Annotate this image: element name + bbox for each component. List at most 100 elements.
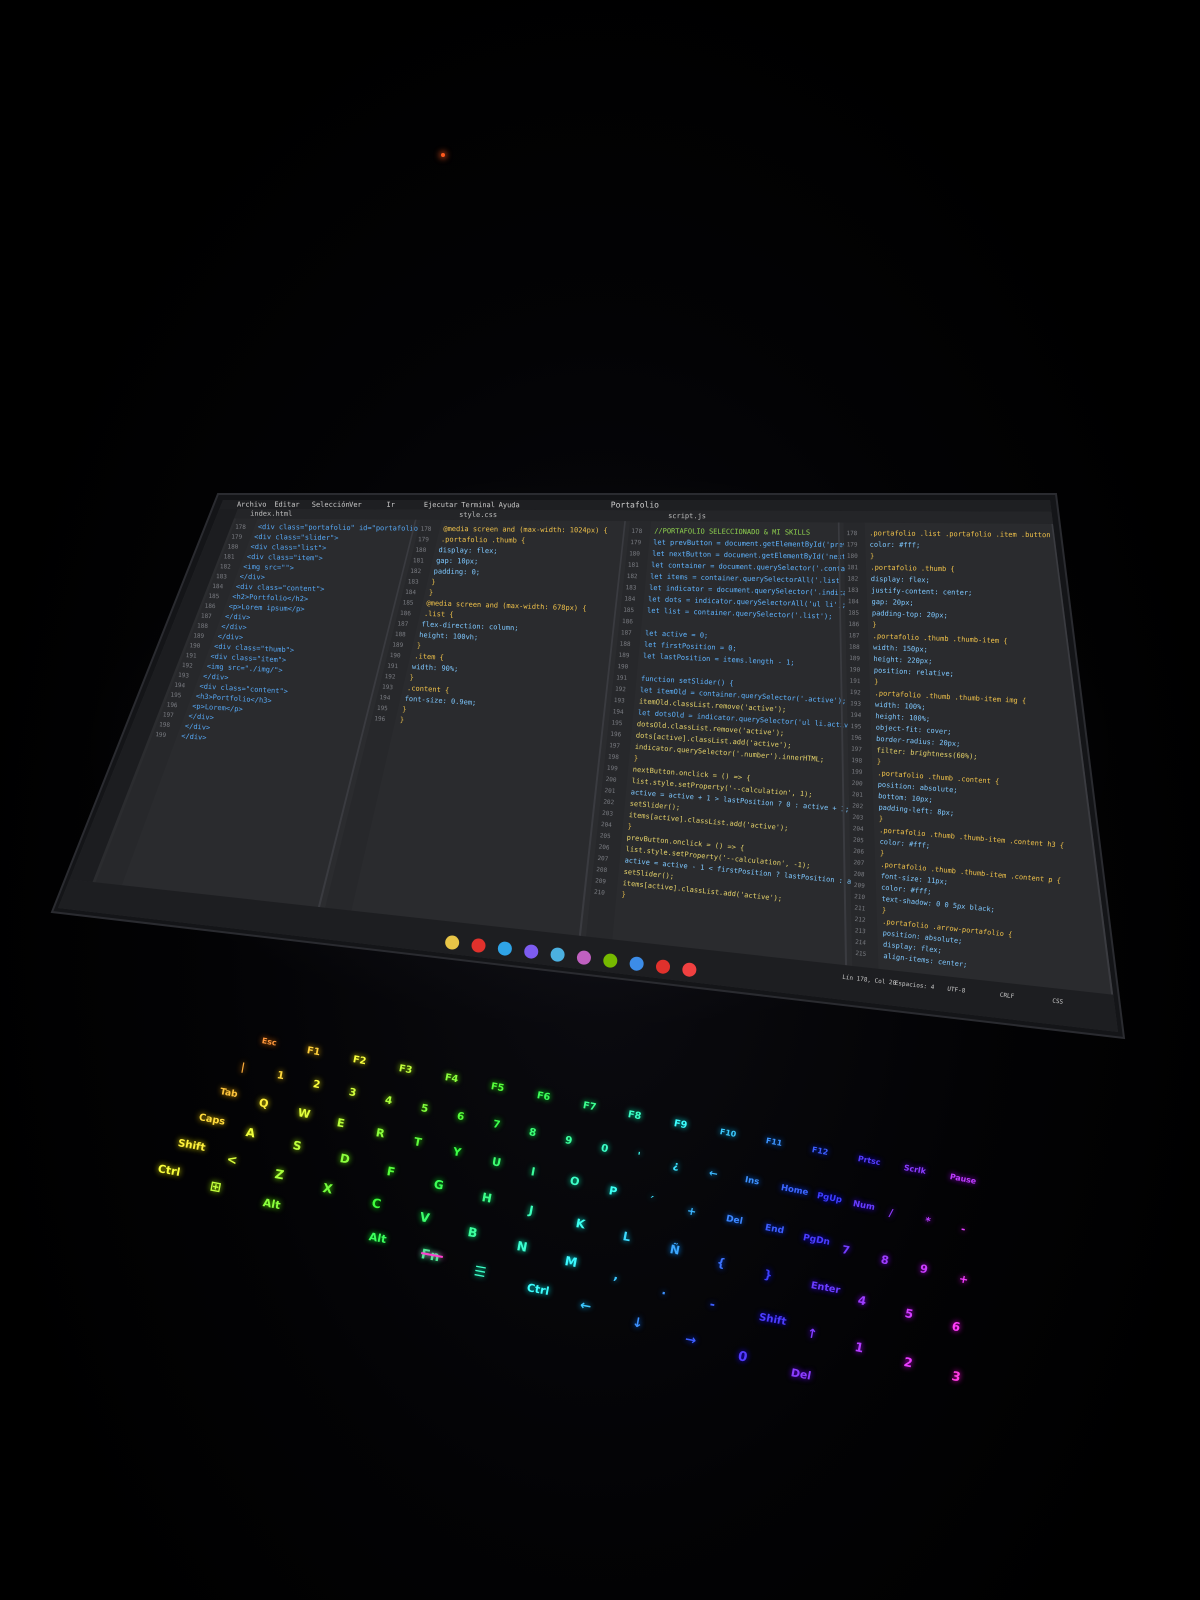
key-f9[interactable]: F9 [673,1118,688,1131]
key-[interactable]: Ñ [668,1242,680,1258]
key-del[interactable]: Del [725,1214,743,1227]
key-r[interactable]: R [374,1126,385,1140]
key-[interactable]: , [612,1267,619,1283]
key-9[interactable]: 9 [564,1134,573,1147]
key-f6[interactable]: F6 [536,1091,551,1104]
key-esc[interactable]: Esc [261,1036,277,1048]
key-x[interactable]: X [322,1180,334,1197]
key-0[interactable]: 0 [736,1349,748,1365]
key-[interactable]: * [924,1215,932,1228]
key-[interactable]: / [888,1207,894,1219]
key-[interactable]: ↑ [806,1325,819,1342]
key-2[interactable]: 2 [312,1078,321,1091]
key-s[interactable]: S [292,1138,303,1153]
key-[interactable]: ¿ [672,1159,680,1172]
key-8[interactable]: 8 [528,1126,537,1139]
key-2[interactable]: 2 [902,1354,913,1370]
key-d[interactable]: D [339,1151,351,1167]
key-f12[interactable]: F12 [811,1145,829,1157]
key-[interactable]: ☰ [473,1264,488,1281]
key-h[interactable]: H [480,1190,492,1206]
key-[interactable]: } [763,1268,774,1283]
key-1[interactable]: 1 [854,1340,865,1356]
key-scrlk[interactable]: Scrlk [903,1163,926,1176]
key-6[interactable]: 6 [456,1110,465,1123]
key-z[interactable]: Z [274,1166,286,1182]
key-[interactable]: ´ [647,1194,655,1208]
key-[interactable]: - [960,1223,966,1236]
key-5[interactable]: 5 [904,1307,915,1322]
key-6[interactable]: 6 [951,1320,962,1335]
key-caps[interactable]: Caps [198,1112,226,1128]
key-f4[interactable]: F4 [444,1072,459,1085]
key-alt[interactable]: Alt [262,1196,282,1212]
key-[interactable]: + [686,1204,698,1218]
key-3[interactable]: 3 [348,1086,357,1099]
key-pause[interactable]: Pause [949,1172,977,1186]
key-l[interactable]: L [621,1229,631,1244]
key-y[interactable]: Y [452,1145,462,1159]
key-[interactable]: + [958,1272,970,1286]
key-a[interactable]: A [245,1125,257,1140]
key-f8[interactable]: F8 [627,1109,642,1122]
key-tab[interactable]: Tab [219,1087,238,1100]
key-f7[interactable]: F7 [582,1100,597,1113]
key-t[interactable]: T [413,1135,423,1149]
key-p[interactable]: P [608,1184,618,1198]
key-[interactable]: < [225,1151,238,1168]
key-7[interactable]: 7 [841,1243,851,1257]
key-f[interactable]: F [386,1164,397,1179]
key-[interactable]: { [716,1255,727,1270]
key-f11[interactable]: F11 [765,1136,783,1148]
key-shift[interactable]: Shift [177,1137,206,1154]
key-f2[interactable]: F2 [352,1054,367,1067]
key-f1[interactable]: F1 [306,1045,321,1058]
key-f3[interactable]: F3 [398,1063,413,1076]
key-[interactable]: - [709,1296,717,1312]
key-4[interactable]: 4 [857,1294,868,1309]
key-v[interactable]: V [419,1209,431,1226]
key-[interactable]: ← [578,1298,592,1315]
key-ins[interactable]: Ins [744,1175,760,1187]
key-num[interactable]: Num [852,1199,875,1213]
key-j[interactable]: J [527,1203,534,1218]
key-shift[interactable]: Shift [758,1311,787,1328]
key-9[interactable]: 9 [919,1262,929,1276]
key-prtsc[interactable]: Prtsc [857,1154,881,1167]
key-f5[interactable]: F5 [490,1082,505,1095]
key-enter[interactable]: Enter [810,1281,841,1297]
key-i[interactable]: I [530,1165,536,1179]
key-[interactable]: | [240,1061,246,1073]
key-k[interactable]: K [574,1216,586,1231]
key-f10[interactable]: F10 [719,1127,737,1139]
key-[interactable]: ' [636,1151,641,1163]
key-ctrl[interactable]: Ctrl [526,1281,551,1298]
key-[interactable]: → [684,1332,698,1349]
key-ctrl[interactable]: Ctrl [156,1162,181,1179]
key-q[interactable]: Q [258,1096,270,1111]
key-g[interactable]: G [433,1177,445,1193]
key-e[interactable]: E [335,1116,345,1130]
key-[interactable]: ⊞ [209,1179,223,1196]
key-pgdn[interactable]: PgDn [802,1233,831,1248]
key-home[interactable]: Home [780,1183,809,1198]
key-w[interactable]: W [297,1106,312,1121]
key-n[interactable]: N [515,1238,528,1255]
key-o[interactable]: O [569,1175,581,1190]
key-end[interactable]: End [764,1223,785,1236]
key-4[interactable]: 4 [384,1094,393,1107]
key-[interactable]: ↓ [631,1315,645,1332]
key-0[interactable]: 0 [600,1142,609,1155]
key-[interactable]: . [661,1282,668,1298]
key-7[interactable]: 7 [492,1118,501,1131]
key-1[interactable]: 1 [276,1070,285,1083]
key-m[interactable]: M [564,1253,579,1270]
key-5[interactable]: 5 [420,1102,429,1115]
key-alt[interactable]: Alt [367,1230,387,1246]
key-3[interactable]: 3 [951,1369,962,1385]
key-pgup[interactable]: PgUp [816,1191,843,1205]
key-[interactable]: ← [708,1167,719,1180]
key-b[interactable]: B [467,1224,479,1241]
key-del[interactable]: Del [789,1366,811,1382]
key-8[interactable]: 8 [880,1253,890,1267]
